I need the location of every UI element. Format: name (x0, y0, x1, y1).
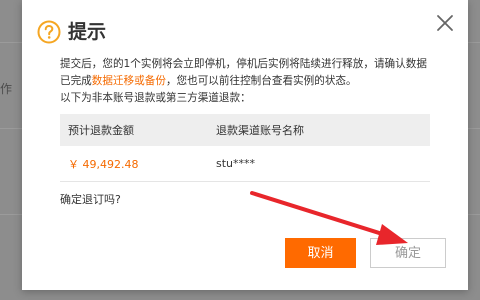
confirm-question: 确定退订吗? (60, 193, 121, 206)
dialog-message: 提交后，您的1个实例将会立即停机，停机后实例将陆续进行释放，请确认数据已完成数据… (60, 56, 428, 107)
table-row: ￥ 49,492.48 stu**** (60, 146, 430, 182)
message-text: ，您也可以前往控制台查看实例的状态。 (165, 75, 357, 87)
column-header-account: 退款渠道账号名称 (216, 124, 304, 137)
unsubscribe-confirm-dialog: 提示 提交后，您的1个实例将会立即停机，停机后实例将陆续进行释放，请确认数据已完… (22, 0, 468, 290)
refund-amount: ￥ 49,492.48 (68, 157, 139, 171)
confirm-button[interactable]: 确定 (370, 238, 446, 268)
column-header-amount: 预计退款金额 (68, 124, 134, 137)
dialog-title: 提示 (68, 21, 107, 43)
background-text-fragment: 作 (0, 82, 13, 96)
warning-question-icon (37, 20, 61, 44)
refund-note: 以下为非本账号退款或第三方渠道退款： (60, 92, 251, 104)
cancel-button[interactable]: 取消 (285, 238, 356, 268)
data-migration-backup-link: 数据迁移或备份 (91, 75, 166, 87)
refund-account-name: stu**** (216, 157, 256, 170)
refund-table: 预计退款金额 退款渠道账号名称 ￥ 49,492.48 stu**** (60, 114, 430, 182)
close-icon[interactable] (434, 12, 456, 34)
table-header: 预计退款金额 退款渠道账号名称 (60, 114, 430, 146)
